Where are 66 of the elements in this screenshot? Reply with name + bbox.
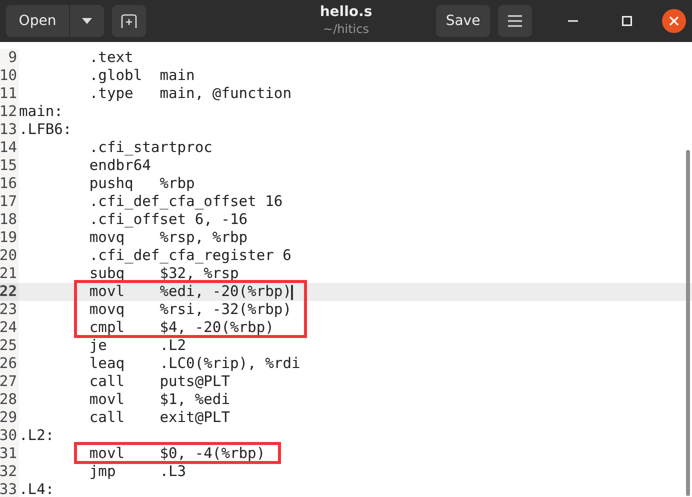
code-line: .cfi_def_cfa_register 6 [89,247,292,265]
line-number: 13 [0,121,19,139]
code-line: .cfi_startproc [89,139,212,157]
maximize-icon [622,16,632,26]
code-line: .L2: [19,427,54,445]
line-number: 17 [0,193,19,211]
line-number: 30 [0,427,19,445]
line-number: 28 [0,391,19,409]
line-number: 10 [0,67,19,85]
code-line: call puts@PLT [89,373,230,391]
line-number: 15 [0,157,19,175]
code-line: .text [89,49,134,67]
code-line: movl $1, %edi [89,391,230,409]
save-button[interactable]: Save [436,5,490,37]
window-subtitle: ~/hitics [323,21,369,37]
open-dropdown-button[interactable] [70,5,104,37]
code-line: movq %rsi, -32(%rbp) [89,301,292,319]
code-line: .L4: [19,481,54,497]
code-line: jmp .L3 [89,463,186,481]
code-line: movl %edi, -20(%rbp) [89,283,293,301]
minimize-icon [568,20,578,22]
menu-button[interactable] [498,5,532,37]
code-line: .type main, @function [89,85,292,103]
line-number: 21 [0,265,19,283]
line-number: 20 [0,247,19,265]
menu-icon [508,15,522,27]
code-line: leaq .LC0(%rip), %rdi [89,355,300,373]
line-number: 33 [0,481,19,497]
code-line: .globl main [89,67,195,85]
new-tab-button[interactable] [112,5,146,37]
line-number: 19 [0,229,19,247]
line-number: 18 [0,211,19,229]
line-number: 16 [0,175,19,193]
scrollbar[interactable] [686,150,690,496]
line-number: 32 [0,463,19,481]
line-number: 12 [0,103,19,121]
line-number: 31 [0,445,19,463]
code-line: main: [19,103,63,121]
code-line: movl $0, -4(%rbp) [89,445,266,463]
window-title: hello.s [320,3,372,21]
line-number: 9 [0,49,19,67]
code-line: je .L2 [89,337,186,355]
line-number: 25 [0,337,19,355]
close-icon [669,16,679,26]
line-number: 11 [0,85,19,103]
code-line: subq $32, %rsp [89,265,239,283]
open-button[interactable]: Open [6,5,70,37]
new-tab-icon [121,14,137,28]
code-line: .LFB6: [19,121,72,139]
line-number: 29 [0,409,19,427]
code-line: movq %rsp, %rbp [89,229,248,247]
line-number: 23 [0,301,19,319]
text-cursor [291,284,293,300]
line-number: 24 [0,319,19,337]
line-number: 26 [0,355,19,373]
close-button[interactable] [662,9,686,33]
code-line: call exit@PLT [89,409,230,427]
line-number: 27 [0,373,19,391]
code-line: cmpl $4, -20(%rbp) [89,319,274,337]
code-line: .cfi_def_cfa_offset 16 [89,193,283,211]
caret-icon [82,18,92,24]
code-line: .cfi_offset 6, -16 [89,211,248,229]
line-number: 22 [0,283,19,301]
code-line: pushq %rbp [89,175,195,193]
line-number: 14 [0,139,19,157]
code-line: endbr64 [89,157,151,175]
